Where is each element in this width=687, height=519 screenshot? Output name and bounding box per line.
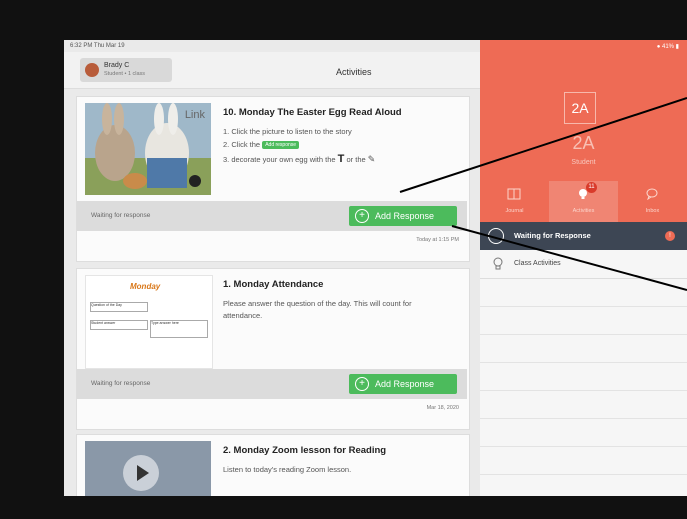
annotation-line [399,97,687,193]
annotation-arrows [399,97,687,291]
annotation-line [451,225,687,291]
